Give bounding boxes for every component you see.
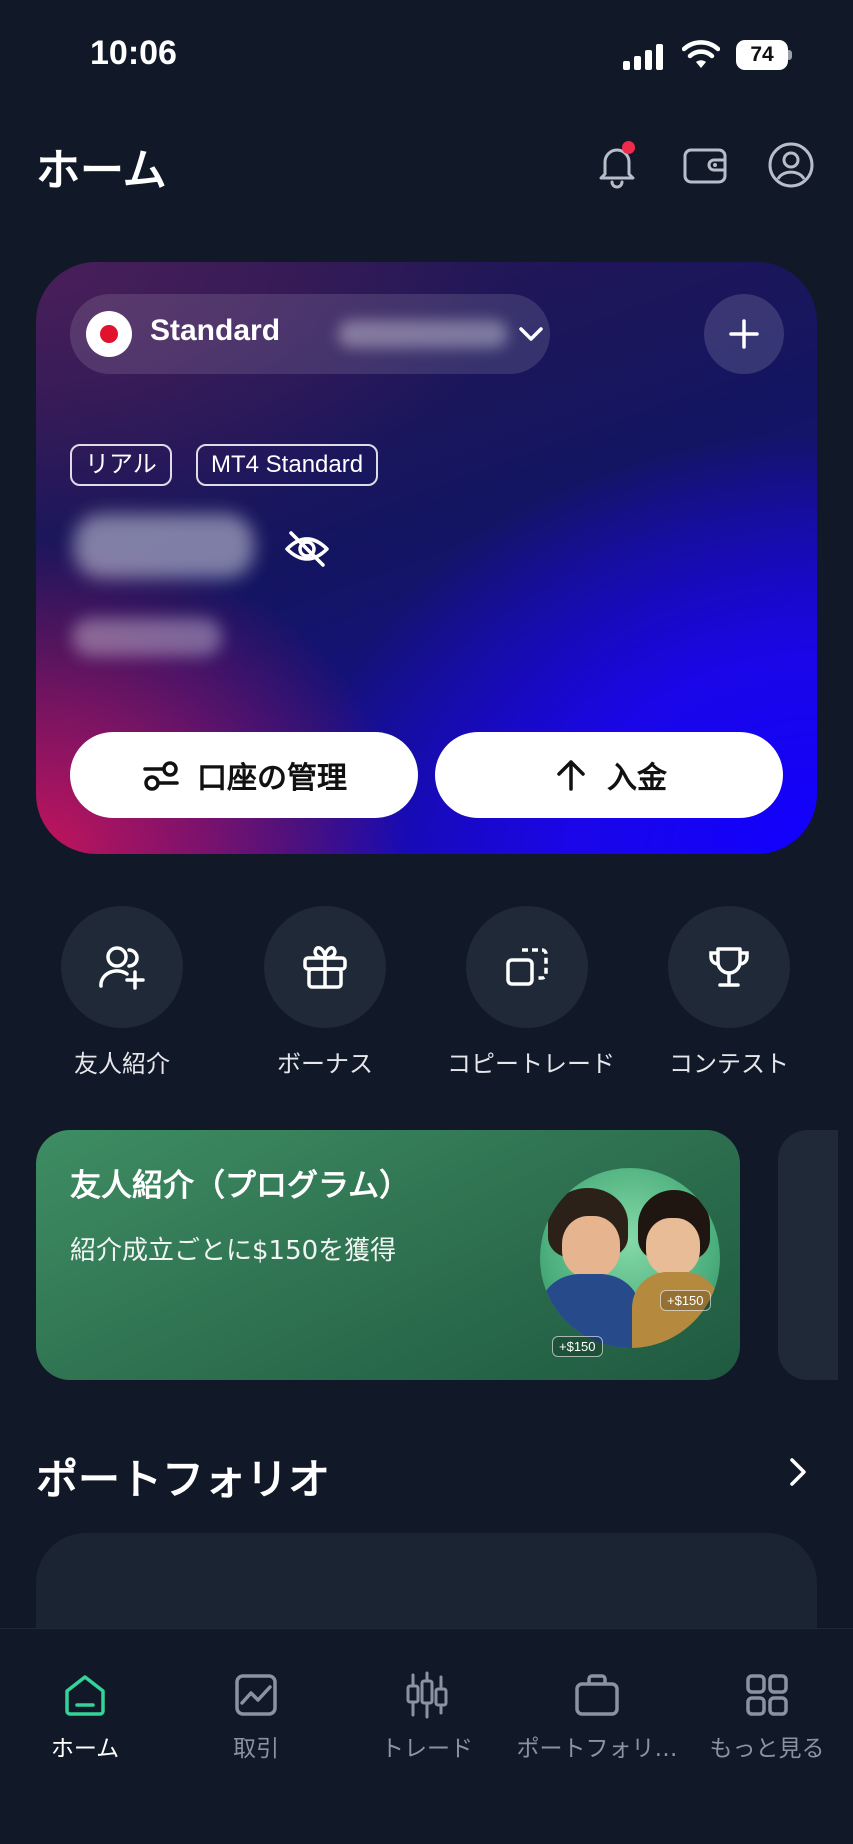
- notification-dot: [622, 141, 635, 154]
- promo-photo-illustration: [540, 1168, 720, 1348]
- account-card: Standard リアル MT4 Standard 口座の管理 入金: [36, 262, 817, 854]
- quick-action-label: 友人紹介: [74, 1050, 170, 1078]
- sliders-icon: [143, 761, 179, 791]
- eye-off-icon[interactable]: [282, 524, 332, 574]
- copy-icon: [506, 948, 548, 986]
- wallet-icon[interactable]: [680, 140, 730, 190]
- account-type-label: Standard: [150, 314, 281, 347]
- deposit-button[interactable]: 入金: [435, 732, 783, 818]
- account-selector[interactable]: Standard: [70, 294, 550, 374]
- quick-action-label: コンテスト: [669, 1050, 789, 1078]
- status-time: 10:06: [90, 34, 177, 72]
- balance-hidden: [74, 514, 254, 578]
- gift-icon: [303, 946, 347, 989]
- quick-action-bonus[interactable]: ボーナス: [245, 906, 405, 1079]
- cellular-signal-icon: [623, 42, 667, 70]
- page-title: ホーム: [36, 145, 167, 196]
- nav-label: トレード: [381, 1736, 473, 1762]
- deposit-label: 入金: [607, 761, 667, 796]
- briefcase-icon: [575, 1674, 619, 1716]
- profile-icon[interactable]: [766, 140, 816, 190]
- battery-icon: 74: [736, 40, 792, 70]
- home-icon: [65, 1675, 105, 1716]
- chevron-right-icon[interactable]: [780, 1454, 816, 1490]
- quick-action-contest[interactable]: コンテスト: [649, 906, 809, 1079]
- bottom-navigation: ホーム 取引 トレード ポートフォリ… もっと見る: [0, 1628, 853, 1844]
- quick-action-referral[interactable]: 友人紹介: [42, 906, 202, 1079]
- plus-icon: [729, 319, 759, 349]
- quick-action-label: コピートレード: [447, 1050, 615, 1078]
- equity-hidden: [72, 618, 222, 656]
- reward-chip: +$150: [660, 1290, 711, 1311]
- nav-label: 取引: [233, 1736, 279, 1762]
- trophy-icon: [709, 947, 749, 987]
- chevron-down-icon: [519, 327, 543, 341]
- manage-account-button[interactable]: 口座の管理: [70, 732, 418, 818]
- nav-item-more[interactable]: もっと見る: [682, 1669, 852, 1763]
- nav-label: もっと見る: [709, 1736, 825, 1762]
- next-promo-card-peek[interactable]: [778, 1130, 838, 1380]
- nav-item-trade[interactable]: トレード: [342, 1669, 512, 1763]
- nav-label: ポートフォリ…: [516, 1736, 678, 1762]
- promo-title: 友人紹介（プログラム）: [70, 1168, 411, 1204]
- referral-promo-banner[interactable]: 友人紹介（プログラム） 紹介成立ごとに$150を獲得 +$150 +$150: [36, 1130, 740, 1380]
- nav-item-portfolio[interactable]: ポートフォリ…: [512, 1669, 682, 1763]
- japan-flag-icon: [86, 311, 132, 357]
- candlestick-icon: [406, 1671, 448, 1719]
- chart-icon: [235, 1674, 277, 1716]
- add-account-button[interactable]: [704, 294, 784, 374]
- arrow-up-icon: [557, 760, 585, 791]
- grid-icon: [746, 1674, 788, 1716]
- portfolio-title: ポートフォリオ: [36, 1455, 331, 1504]
- battery-level: 74: [736, 40, 788, 70]
- add-user-icon: [99, 946, 145, 990]
- manage-account-label: 口座の管理: [197, 761, 347, 796]
- account-number-hidden: [338, 320, 508, 348]
- reward-chip: +$150: [552, 1336, 603, 1357]
- wifi-icon: [682, 40, 720, 68]
- nav-label: ホーム: [50, 1736, 120, 1762]
- promo-description: 紹介成立ごとに$150を獲得: [70, 1236, 397, 1266]
- account-tag-real: リアル: [70, 444, 172, 486]
- nav-item-trade-history[interactable]: 取引: [171, 1669, 341, 1763]
- nav-item-home[interactable]: ホーム: [0, 1669, 170, 1763]
- account-tag-platform: MT4 Standard: [196, 444, 379, 486]
- quick-action-label: ボーナス: [277, 1050, 373, 1078]
- quick-action-copy-trade[interactable]: コピートレード: [447, 906, 615, 1079]
